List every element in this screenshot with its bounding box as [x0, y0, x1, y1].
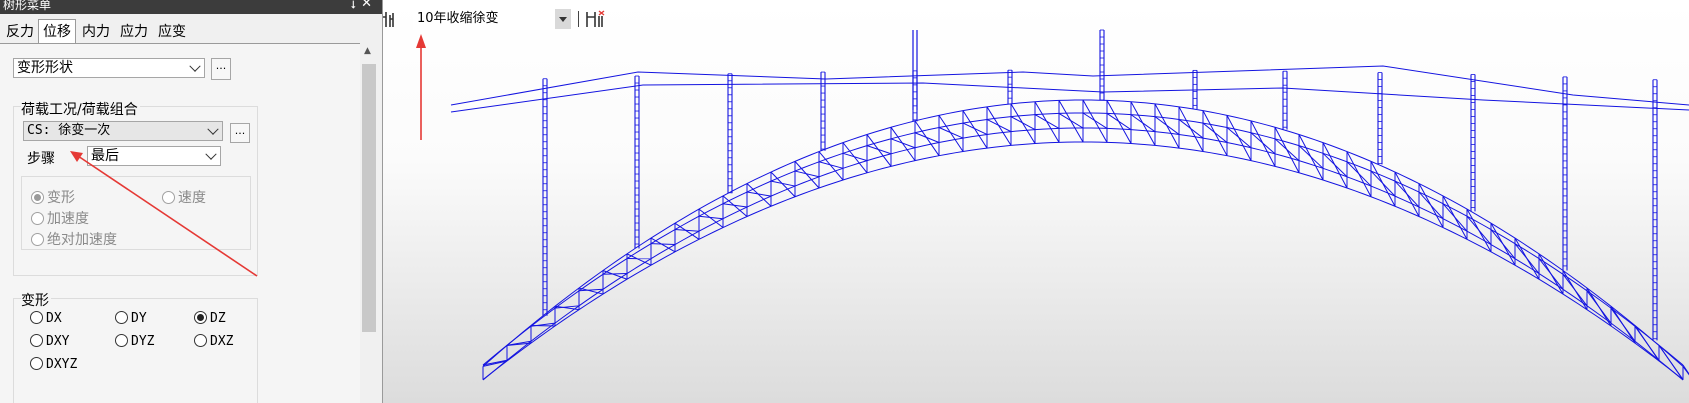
model-view[interactable]: 10年收缩徐变 — [383, 0, 1689, 403]
load-case-toolbar: 10年收缩徐变 — [383, 6, 606, 32]
load-case-dropdown-button[interactable] — [555, 9, 571, 29]
load-case-delete-icon[interactable] — [584, 9, 606, 29]
load-case-icon[interactable] — [383, 9, 397, 29]
load-case-dropdown[interactable]: 10年收缩徐变 — [413, 8, 555, 30]
arch-bridge-model — [450, 29, 1689, 381]
toolbar-separator — [578, 11, 579, 27]
annotation-layer-panel — [70, 151, 258, 277]
annotation-arrow-diagonal — [70, 151, 258, 277]
